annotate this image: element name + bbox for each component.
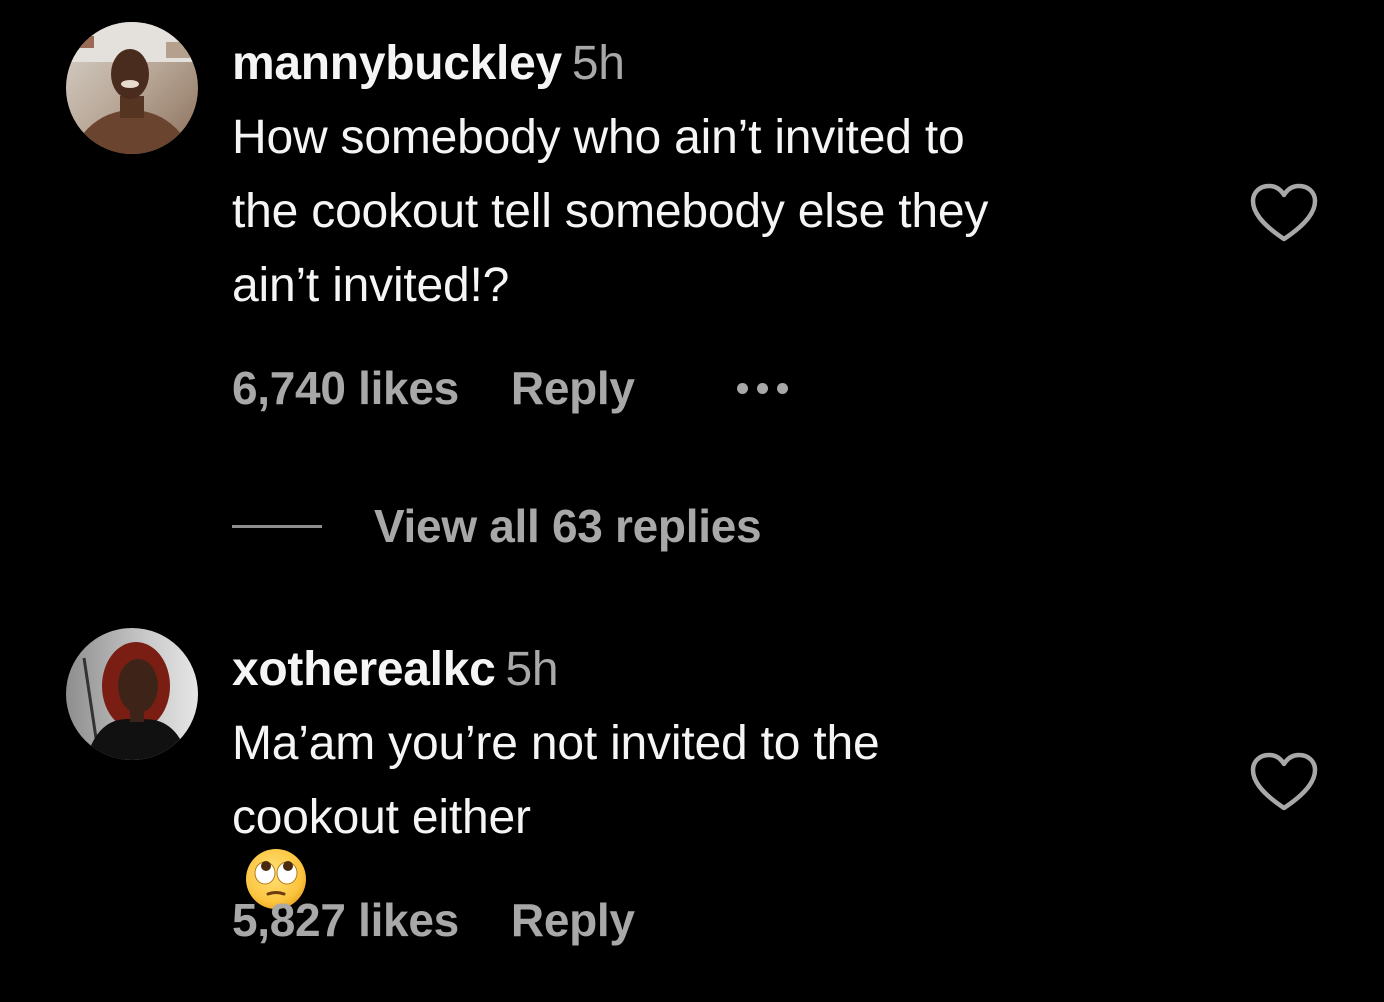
comment-text-line: How somebody who ain’t invited to — [232, 111, 965, 164]
replies-divider — [232, 524, 322, 528]
comment-actions: 5,827 likes Reply — [232, 892, 635, 948]
reply-button[interactable]: Reply — [511, 893, 635, 947]
heart-outline-icon[interactable] — [1250, 752, 1318, 814]
comment-header: xotherealkc 5h — [232, 642, 559, 698]
avatar[interactable] — [66, 628, 198, 760]
username[interactable]: mannybuckley — [232, 37, 562, 90]
comment-actions: 6,740 likes Reply — [232, 360, 788, 416]
reply-button[interactable]: Reply — [511, 361, 635, 415]
view-replies-label: View all 63 replies — [374, 500, 762, 552]
comment-text-line: ain’t invited!? — [232, 259, 510, 312]
comment-text-line: the cookout tell somebody else they — [232, 185, 989, 238]
avatar[interactable] — [66, 22, 198, 154]
heart-outline-icon[interactable] — [1250, 183, 1318, 245]
comment-text-line: Ma’am you’re not invited to the — [232, 717, 880, 770]
comment-text: How somebody who ain’t invited to the co… — [232, 101, 1232, 323]
timestamp: 5h — [505, 643, 559, 696]
username[interactable]: xotherealkc — [232, 643, 496, 696]
comment-text-line: cookout either — [232, 791, 531, 844]
likes-count[interactable]: 6,740 likes — [232, 361, 459, 415]
avatar-photo-icon — [66, 22, 198, 154]
avatar-photo-icon — [66, 628, 198, 760]
timestamp: 5h — [571, 37, 625, 90]
likes-count[interactable]: 5,827 likes — [232, 893, 459, 947]
more-options-icon[interactable] — [736, 382, 788, 394]
view-replies-button[interactable]: View all 63 replies — [232, 498, 762, 554]
comment-header: mannybuckley 5h — [232, 36, 625, 92]
